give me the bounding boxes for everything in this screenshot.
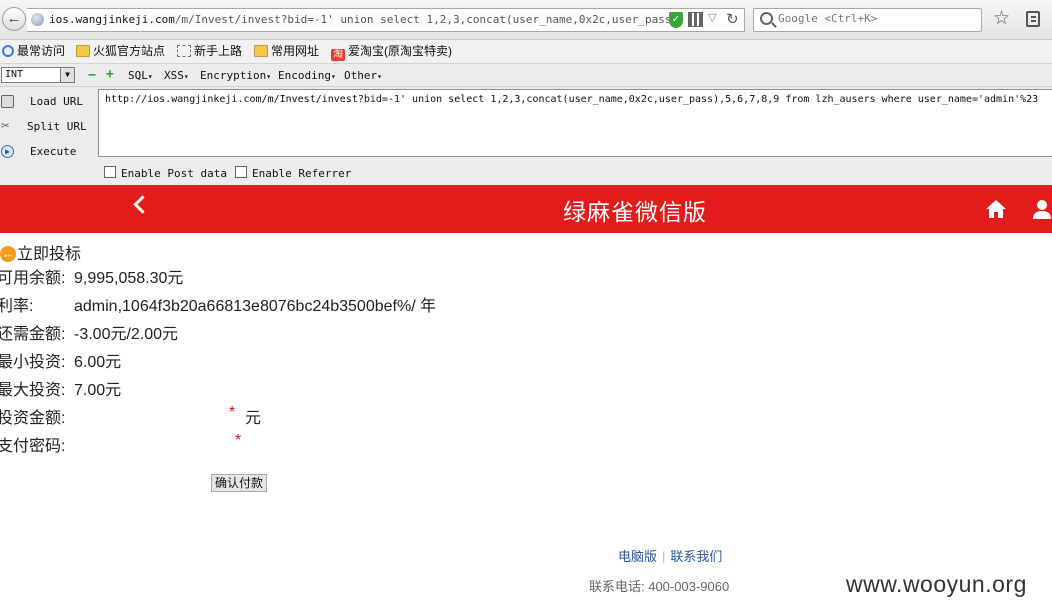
enable-referrer-label: Enable Referrer [252,167,352,180]
invest-amount-input[interactable] [77,404,225,422]
folder-icon [254,45,268,57]
enable-post-checkbox[interactable]: Enable Post data [104,166,227,180]
browser-navbar: ← ios.wangjinkeji.com/m/Invest/invest?bi… [0,0,1052,40]
bookmarks-toolbar: 最常访问 火狐官方站点 新手上路 常用网址 淘爱淘宝(原淘宝特卖) [0,40,1052,64]
hackbar-url-textarea[interactable]: http://ios.wangjinkeji.com/m/Invest/inve… [98,89,1052,157]
bookmark-label: 火狐官方站点 [93,44,166,58]
required-mark: * [235,432,242,449]
row-label: 还需金额: [0,326,66,343]
reload-icon[interactable]: ↻ [726,10,739,28]
info-row-rate: 利率: admin,1064f3b20a66813e8076bc24b3500b… [0,292,436,316]
page-icon [177,45,191,57]
site-title: 绿麻雀微信版 [563,200,707,226]
pay-password-input[interactable] [77,432,227,450]
row-value: 7.00元 [74,382,122,399]
magnifier-icon [2,45,14,57]
split-url-label: Split URL [27,120,87,133]
row-value: -3.00元/2.00元 [74,326,179,343]
menu-encryption[interactable]: Encryption [200,69,271,82]
row-label: 最小投资: [0,354,66,371]
menu-sql[interactable]: SQL [128,69,153,82]
back-arrow-icon[interactable]: ← [2,7,26,31]
chevron-down-icon[interactable]: ▽ [708,11,716,24]
bookmark-common-sites[interactable]: 常用网址 [254,44,319,59]
load-url-icon [1,95,14,108]
menu-xss[interactable]: XSS [164,69,189,82]
footer-telephone: 联系电话: 400-003-9060 [589,579,730,594]
search-bar[interactable]: Google <Ctrl+K> [753,8,982,32]
row-value: admin,1064f3b20a66813e8076bc24b3500bef%/… [74,298,437,315]
info-row-max-invest: 最大投资: 7.00元 [0,376,121,400]
bookmark-most-visited[interactable]: 最常访问 [2,44,65,59]
minus-icon[interactable]: − [88,68,96,83]
watermark: www.wooyun.org [846,571,1027,597]
bookmark-getting-started[interactable]: 新手上路 [177,44,242,59]
bookmark-label: 常用网址 [271,44,320,58]
taobao-icon: 淘 [331,49,345,61]
required-mark: * [229,404,236,421]
footer-links: 电脑版 | 联系我们 [618,546,722,565]
row-label: 可用余额: [0,270,66,287]
row-value: 6.00元 [74,354,122,371]
pay-password-row: 支付密码: * [0,432,241,456]
pay-password-label: 支付密码: [0,438,66,455]
hackbar-type-select[interactable]: INT ▼ [1,67,75,83]
hackbar-panel: Load URL ✂ Split URL ▶ Execute http://io… [0,87,1052,185]
bookmark-firefox-site[interactable]: 火狐官方站点 [76,44,165,59]
row-label: 利率: [0,298,34,315]
footer-contact-link[interactable]: 联系我们 [670,549,722,564]
menu-other[interactable]: Other [344,69,382,82]
user-icon[interactable] [1032,199,1052,219]
dropdown-arrow-icon[interactable]: ▼ [60,68,74,82]
menu-encoding[interactable]: Encoding [278,69,336,82]
site-header: 绿麻雀微信版 [0,185,1052,233]
url-path: /m/Invest/invest?bid=-1' union select 1,… [174,13,669,26]
checkbox-icon[interactable] [104,166,116,178]
globe-icon [31,13,44,26]
select-value: INT [5,69,24,80]
url-text[interactable]: ios.wangjinkeji.com/m/Invest/invest?bid=… [49,12,669,28]
invest-page: ← 立即投标 可用余额: 9,995,058.30元 利率: admin,1064… [0,233,1052,614]
info-row-remaining: 还需金额: -3.00元/2.00元 [0,320,178,344]
arrow-left-circle-icon[interactable]: ← [0,246,16,262]
invest-now-heading: ← 立即投标 [0,240,81,264]
bookmark-label: 最常访问 [17,44,66,58]
bookmark-ai-taobao[interactable]: 淘爱淘宝(原淘宝特卖) [331,44,452,61]
play-icon: ▶ [1,145,14,158]
enable-post-label: Enable Post data [121,167,227,180]
footer-pc-link[interactable]: 电脑版 [618,549,657,564]
home-icon[interactable] [985,199,1007,219]
invest-amount-row: 投资金额: * 元 [0,404,261,428]
url-bar[interactable]: ios.wangjinkeji.com/m/Invest/invest?bid=… [27,8,745,32]
invest-now-label: 立即投标 [17,246,82,263]
checkbox-icon[interactable] [235,166,247,178]
footer-separator: | [662,549,666,564]
shield-icon[interactable]: ✓ [669,12,683,28]
execute-label: Execute [30,145,77,158]
folder-icon [76,45,90,57]
row-label: 最大投资: [0,382,66,399]
bookmarks-list-icon[interactable] [1026,11,1040,27]
search-icon [760,12,773,25]
bookmark-label: 新手上路 [194,44,243,58]
confirm-payment-button[interactable]: 确认付款 [211,474,268,492]
qr-code-icon[interactable] [688,12,703,27]
url-domain: ios.wangjinkeji.com [49,13,175,26]
enable-referrer-checkbox[interactable]: Enable Referrer [235,166,351,180]
info-row-balance: 可用余额: 9,995,058.30元 [0,264,183,288]
bookmark-star-icon[interactable]: ☆ [993,7,1010,30]
search-placeholder: Google <Ctrl+K> [778,12,878,25]
bookmark-label: 爱淘宝(原淘宝特卖) [348,44,452,58]
hackbar-toolbar: INT ▼ − + SQL XSS Encryption Encoding Ot… [0,64,1052,87]
load-url-label: Load URL [30,95,83,108]
plus-icon[interactable]: + [106,67,114,82]
info-row-min-invest: 最小投资: 6.00元 [0,348,121,372]
yuan-unit: 元 [245,410,262,427]
invest-amount-label: 投资金额: [0,410,66,427]
scissors-icon: ✂ [1,118,10,134]
row-value: 9,995,058.30元 [74,270,184,287]
